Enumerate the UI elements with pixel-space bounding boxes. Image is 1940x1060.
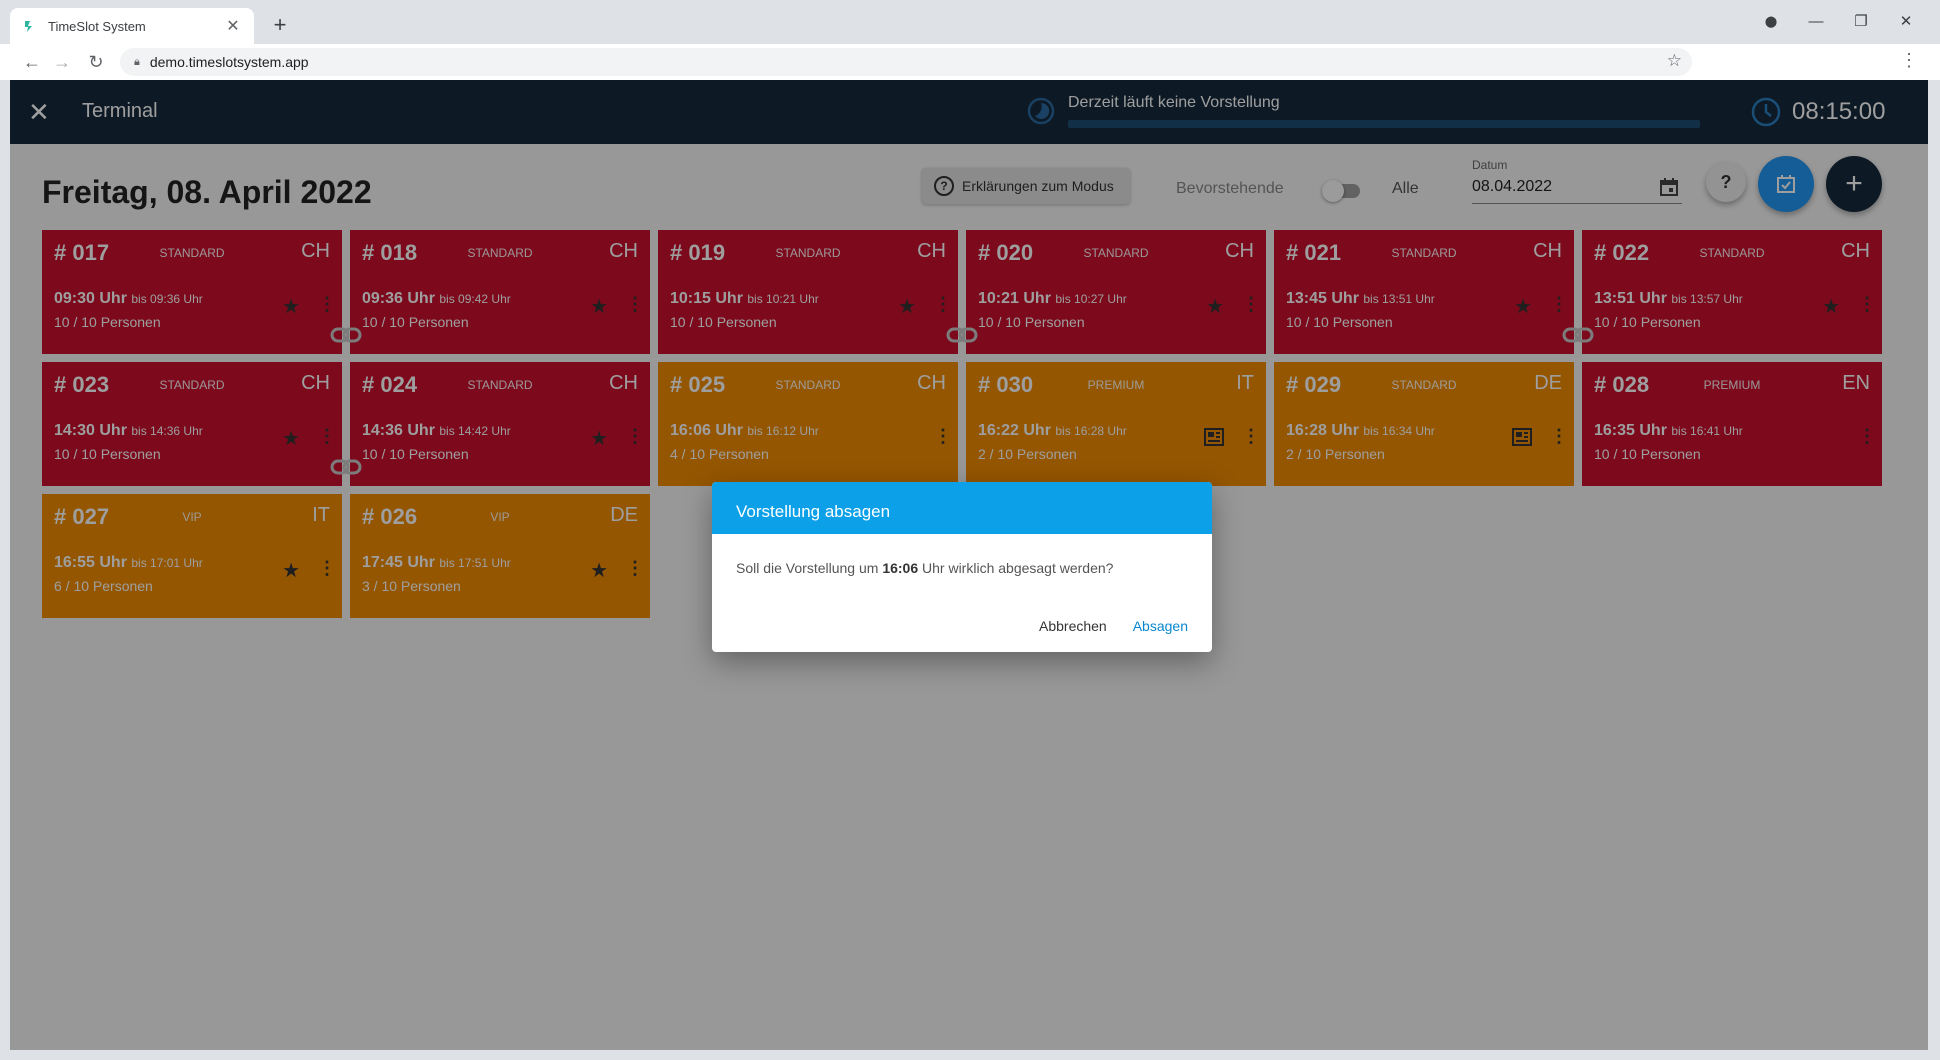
tab-title: TimeSlot System xyxy=(48,18,146,34)
dialog-actions: Abbrechen Absagen xyxy=(1039,618,1188,634)
window-close-button[interactable]: ✕ xyxy=(1891,10,1921,34)
cancel-performance-dialog: Vorstellung absagen Soll die Vorstellung… xyxy=(712,482,1212,652)
dialog-text-after: Uhr wirklich abgesagt werden? xyxy=(918,560,1114,576)
minimize-button[interactable]: — xyxy=(1801,10,1831,34)
forward-icon[interactable]: → xyxy=(50,50,74,74)
restore-button[interactable]: ❐ xyxy=(1846,10,1876,34)
browser-toolbar: ← → ↻ 🔒︎ demo.timeslotsystem.app ☆ ⋮ xyxy=(0,44,1940,80)
new-tab-button[interactable]: + xyxy=(268,12,292,38)
browser-menu-icon[interactable]: ⋮ xyxy=(1900,50,1918,71)
address-bar[interactable]: 🔒︎ demo.timeslotsystem.app ☆ xyxy=(120,48,1692,76)
bookmark-star-icon[interactable]: ☆ xyxy=(1667,51,1682,71)
dialog-cancel-button[interactable]: Abbrechen xyxy=(1039,618,1107,634)
reload-icon[interactable]: ↻ xyxy=(84,50,108,74)
browser-tabstrip: TimeSlot System ✕ + ⬤ — ❐ ✕ xyxy=(0,0,1940,44)
dialog-confirm-button[interactable]: Absagen xyxy=(1133,618,1188,634)
lock-icon: 🔒︎ xyxy=(134,55,140,68)
dialog-title: Vorstellung absagen xyxy=(712,482,1212,534)
dialog-message: Soll die Vorstellung um 16:06 Uhr wirkli… xyxy=(712,534,1212,576)
url-text: demo.timeslotsystem.app xyxy=(149,54,309,70)
profile-menu-icon[interactable]: ⬤ xyxy=(1756,10,1786,34)
tab-close-icon[interactable]: ✕ xyxy=(224,16,242,36)
app-favicon-icon xyxy=(22,18,38,34)
dialog-text-before: Soll die Vorstellung um xyxy=(736,560,883,576)
browser-tab[interactable]: TimeSlot System ✕ xyxy=(10,8,254,44)
dialog-time: 16:06 xyxy=(882,560,919,576)
back-icon[interactable]: ← xyxy=(20,50,44,74)
